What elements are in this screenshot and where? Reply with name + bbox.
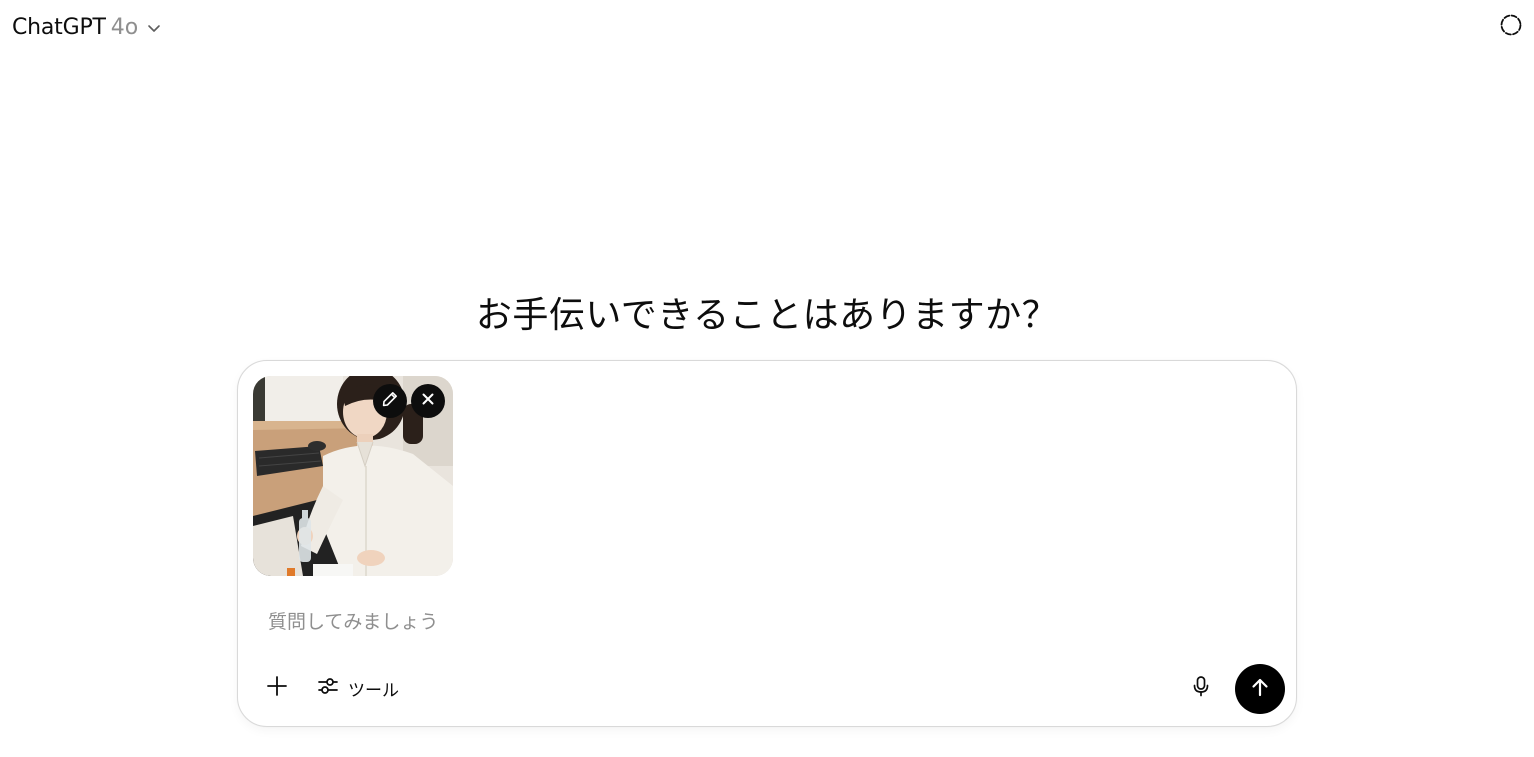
voice-input-button[interactable] (1182, 669, 1220, 707)
page-title: お手伝いできることはありますか？ (475, 295, 1059, 337)
arrow-up-icon (1248, 675, 1272, 703)
plus-icon (265, 674, 289, 702)
sliders-icon (316, 674, 340, 702)
edit-attachment-button[interactable] (373, 384, 407, 418)
close-icon (420, 391, 436, 411)
model-name: ChatGPT (12, 14, 106, 40)
remove-attachment-button[interactable] (411, 384, 445, 418)
composer-toolbar: ツール (238, 661, 1296, 717)
prompt-input[interactable] (268, 607, 1268, 637)
tools-button[interactable]: ツール (308, 669, 407, 707)
send-button[interactable] (1235, 664, 1285, 714)
chevron-down-icon (146, 20, 162, 36)
model-switcher-button[interactable]: ChatGPT 4o (6, 10, 168, 44)
top-bar: ChatGPT 4o (0, 0, 1534, 56)
microphone-icon (1189, 674, 1213, 702)
add-attachment-button[interactable] (258, 669, 296, 707)
model-version: 4o (110, 14, 139, 40)
temporary-chat-button[interactable] (1494, 10, 1528, 44)
prompt-composer: ツール (237, 360, 1297, 727)
tools-label: ツール (348, 680, 399, 701)
image-attachment[interactable] (253, 376, 453, 576)
dashed-circle-icon (1499, 13, 1523, 41)
pencil-icon (381, 390, 399, 412)
